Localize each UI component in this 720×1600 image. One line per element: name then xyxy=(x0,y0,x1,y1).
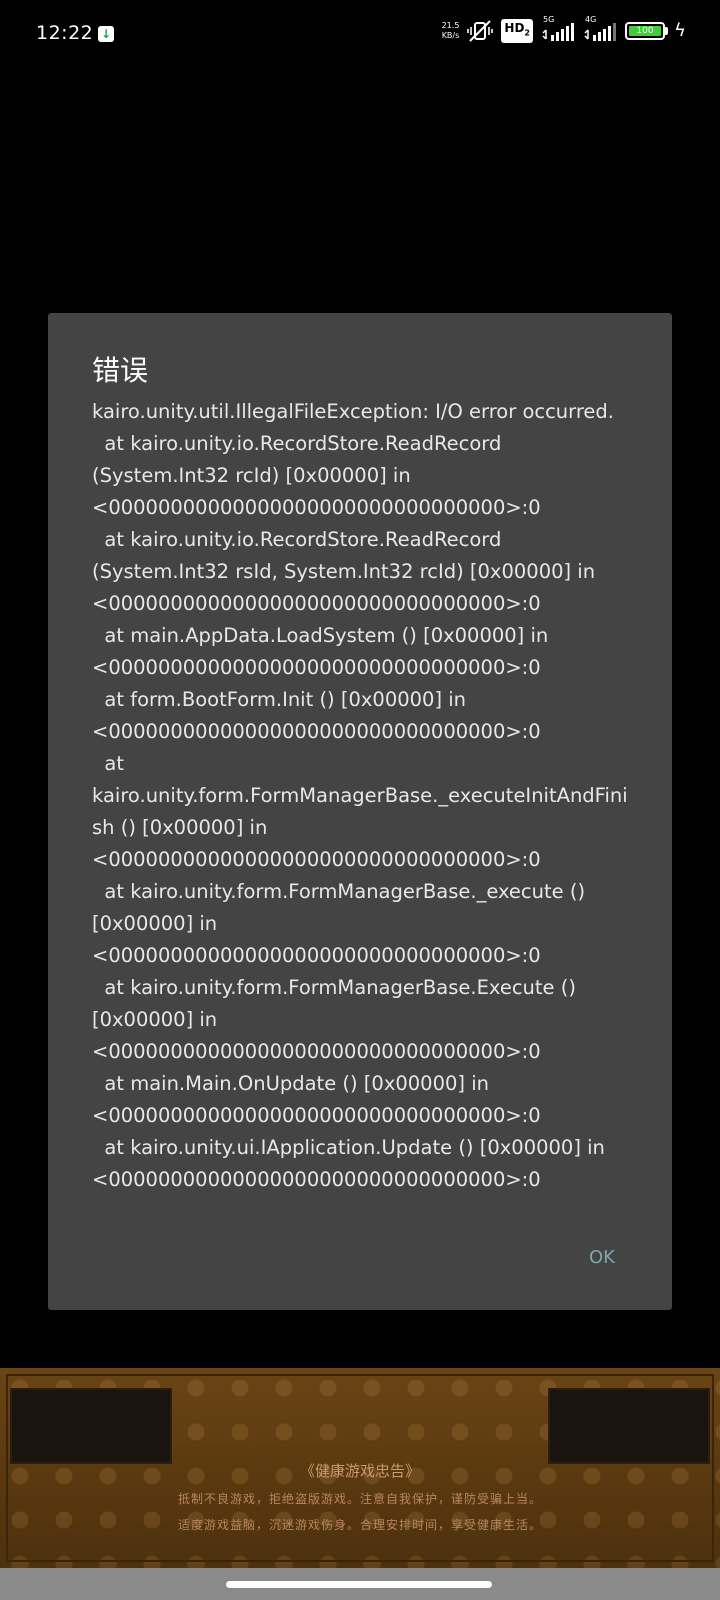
battery-body: 100 xyxy=(625,22,665,40)
signal-4g-label: 4G xyxy=(585,15,597,24)
hd-label: HD xyxy=(504,21,525,36)
health-notice-line-1: 抵制不良游戏，拒绝盗版游戏。注意自我保护，谨防受骗上当。 xyxy=(177,1492,542,1506)
health-notice-title: 《健康游戏忠告》 xyxy=(299,1462,420,1480)
battery-tip xyxy=(665,27,668,35)
game-panel-left xyxy=(10,1388,172,1464)
health-notice-line-2: 适度游戏益脑，沉迷游戏伤身。合理安排时间，享受健康生活。 xyxy=(177,1518,542,1532)
battery-icon: 100 xyxy=(625,22,668,40)
status-bar: 12:22 ↓ 21.5 KB/s HD2 5G 4G 100 ϟ xyxy=(0,0,720,56)
error-dialog: 错误 kairo.unity.util.IllegalFileException… xyxy=(48,313,672,1310)
home-gesture-bar[interactable] xyxy=(226,1581,492,1588)
network-speed: 21.5 KB/s xyxy=(442,21,460,41)
navigation-bar xyxy=(0,1568,720,1600)
error-message: kairo.unity.util.IllegalFileException: I… xyxy=(92,400,628,1191)
network-speed-unit: KB/s xyxy=(441,31,460,40)
game-panel-right xyxy=(548,1388,710,1464)
hd-sub: 2 xyxy=(524,28,530,38)
ok-button[interactable]: OK xyxy=(570,1241,634,1275)
battery-level: 100 xyxy=(629,26,661,36)
signal-4g-icon: 4G xyxy=(583,15,617,43)
game-background: 《健康游戏忠告》 抵制不良游戏，拒绝盗版游戏。注意自我保护，谨防受骗上当。 适度… xyxy=(0,1368,720,1568)
network-speed-value: 21.5 xyxy=(441,21,460,30)
hd-icon: HD2 xyxy=(501,19,533,43)
status-icons: 21.5 KB/s HD2 5G 4G 100 xyxy=(442,15,668,44)
signal-5g-label: 5G xyxy=(543,15,555,24)
vibrate-mute-icon xyxy=(467,19,494,43)
status-time: 12:22 xyxy=(36,22,94,44)
signal-5g-icon: 5G xyxy=(541,15,575,43)
charging-icon: ϟ xyxy=(674,20,686,41)
dialog-title: 错误 xyxy=(92,354,149,387)
app-notification-icon: ↓ xyxy=(98,26,114,42)
